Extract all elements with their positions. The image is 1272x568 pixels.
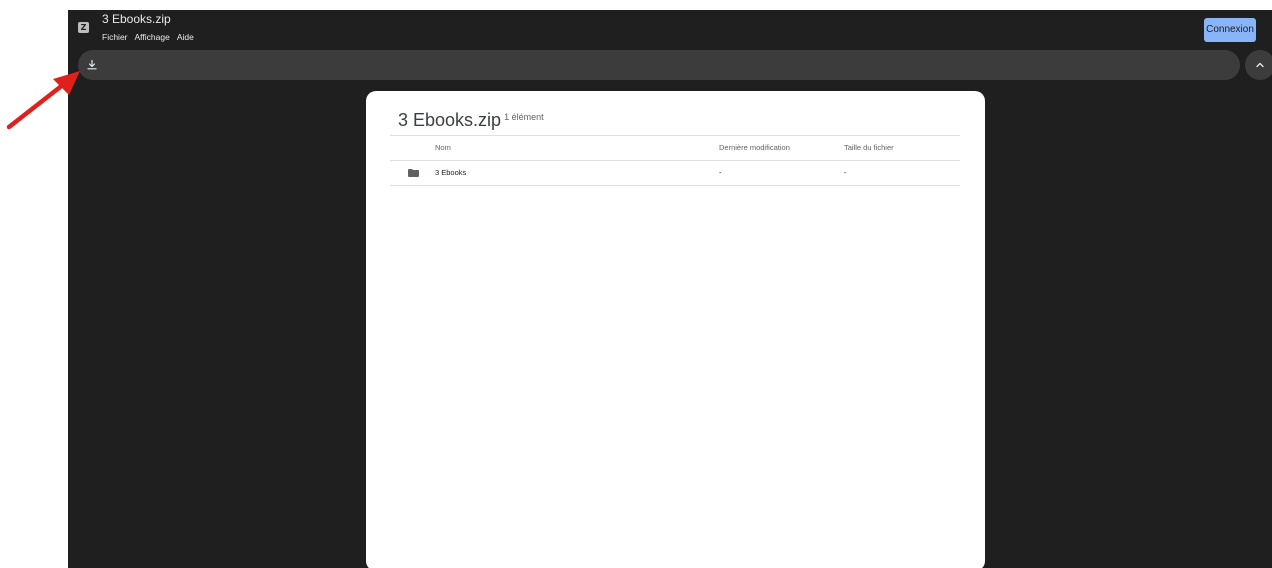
archive-name: 3 Ebooks.zip (398, 110, 502, 130)
collapse-toolbar-button[interactable] (1245, 50, 1272, 80)
item-count: 1 élément (504, 112, 544, 122)
download-button[interactable] (80, 53, 104, 77)
menu-bar: Fichier Affichage Aide (102, 30, 194, 44)
column-header-modified[interactable]: Dernière modification (719, 136, 790, 160)
menu-item-fichier[interactable]: Fichier (102, 30, 128, 44)
row-name: 3 Ebooks (435, 168, 467, 177)
chevron-up-icon (1256, 62, 1264, 68)
table-header-row: Nom Dernière modification Taille du fich… (390, 135, 960, 160)
file-table: Nom Dernière modification Taille du fich… (390, 135, 960, 186)
zip-viewer-app: Z 3 Ebooks.zip Fichier Affichage Aide Co… (68, 10, 1272, 568)
archive-contents-panel: 3 Ebooks.zip 1 élément Nom Dernière modif… (366, 91, 985, 568)
row-size: - (844, 168, 847, 177)
screenshot-stage: Z 3 Ebooks.zip Fichier Affichage Aide Co… (0, 0, 1272, 568)
column-header-size[interactable]: Taille du fichier (844, 136, 894, 160)
file-title: 3 Ebooks.zip (102, 12, 171, 26)
header-bar: Z 3 Ebooks.zip Fichier Affichage Aide Co… (68, 10, 1272, 48)
menu-item-affichage[interactable]: Affichage (135, 30, 170, 44)
menu-item-aide[interactable]: Aide (177, 30, 194, 44)
row-modified: - (719, 168, 722, 177)
panel-title: 3 Ebooks.zip 1 élément (398, 108, 544, 132)
archive-icon: Z (78, 22, 89, 33)
folder-icon (408, 169, 419, 177)
toolbar (78, 50, 1240, 80)
column-header-name[interactable]: Nom (435, 136, 451, 160)
table-row[interactable]: 3 Ebooks - - (390, 160, 960, 186)
connexion-button[interactable]: Connexion (1204, 18, 1256, 42)
download-icon (87, 59, 97, 70)
